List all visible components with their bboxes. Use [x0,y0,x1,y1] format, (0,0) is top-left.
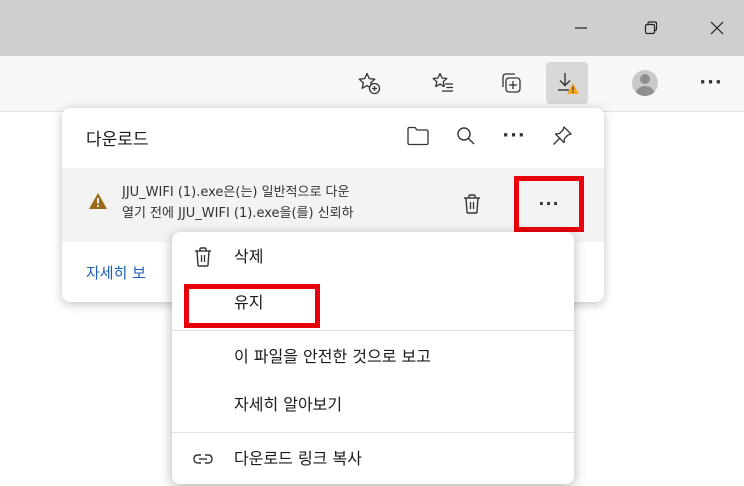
open-folder-button[interactable] [402,121,434,151]
download-context-menu: 삭제 유지 이 파일을 안전한 것으로 보고 자세히 알아보기 다운로드 링크 … [172,232,574,484]
minimize-button[interactable] [556,8,606,48]
download-item-line2: 열기 전에 JJU_WIFI (1).exe을(를) 신뢰하 [122,206,354,221]
menu-item-copy-link-label: 다운로드 링크 복사 [234,449,362,468]
menu-item-keep[interactable]: 유지 [172,282,574,328]
menu-item-report-safe[interactable]: 이 파일을 안전한 것으로 보고 [172,336,574,378]
restore-button[interactable] [626,8,676,48]
collections-button[interactable] [490,62,532,104]
delete-download-button[interactable] [456,188,488,220]
pin-icon [553,126,572,145]
menu-item-keep-label: 유지 [234,293,264,312]
more-icon: ··· [502,125,526,146]
search-icon [457,127,475,145]
pin-panel-button[interactable] [546,121,578,151]
favorites-icon [432,72,453,92]
menu-item-delete[interactable]: 삭제 [172,236,574,278]
warning-icon [89,193,107,209]
restore-icon [644,21,658,35]
minimize-icon [575,27,587,29]
menu-divider [172,330,574,331]
downloads-icon [558,73,579,94]
download-item-line1: JJU_WIFI (1).exe은(는) 일반적으로 다운 [122,185,350,200]
menu-item-report-safe-label: 이 파일을 안전한 것으로 보고 [234,347,431,366]
profile-button[interactable] [624,62,666,104]
menu-item-copy-link[interactable]: 다운로드 링크 복사 [172,438,574,480]
settings-more-button[interactable]: ··· [690,62,732,104]
more-icon: ··· [699,72,723,93]
browser-toolbar: ··· [0,56,744,112]
downloads-button[interactable] [546,62,588,104]
trash-icon [464,194,480,214]
search-downloads-button[interactable] [450,121,482,151]
more-icon: ··· [538,194,560,213]
menu-item-delete-label: 삭제 [234,247,264,266]
favorites-button[interactable] [422,62,464,104]
download-item-text: JJU_WIFI (1).exe은(는) 일반적으로 다운 열기 전에 JJU_… [122,182,437,232]
download-more-actions-button[interactable]: ··· [514,176,584,232]
link-icon [192,448,214,470]
trash-icon [192,246,214,268]
collections-icon [502,73,521,93]
title-bar [0,0,744,56]
close-button[interactable] [692,8,742,48]
open-folder-icon [407,126,429,146]
panel-title: 다운로드 [86,130,149,150]
menu-divider [172,432,574,433]
panel-more-button[interactable]: ··· [498,121,530,151]
add-favorite-icon [358,72,381,95]
menu-item-learn-more-label: 자세히 알아보기 [234,395,343,414]
see-more-link[interactable]: 자세히 보 [86,262,146,283]
menu-item-learn-more[interactable]: 자세히 알아보기 [172,384,574,426]
profile-icon [632,70,658,96]
close-icon [710,21,724,35]
add-favorite-button[interactable] [348,62,390,104]
download-item[interactable]: JJU_WIFI (1).exe은(는) 일반적으로 다운 열기 전에 JJU_… [62,168,604,242]
